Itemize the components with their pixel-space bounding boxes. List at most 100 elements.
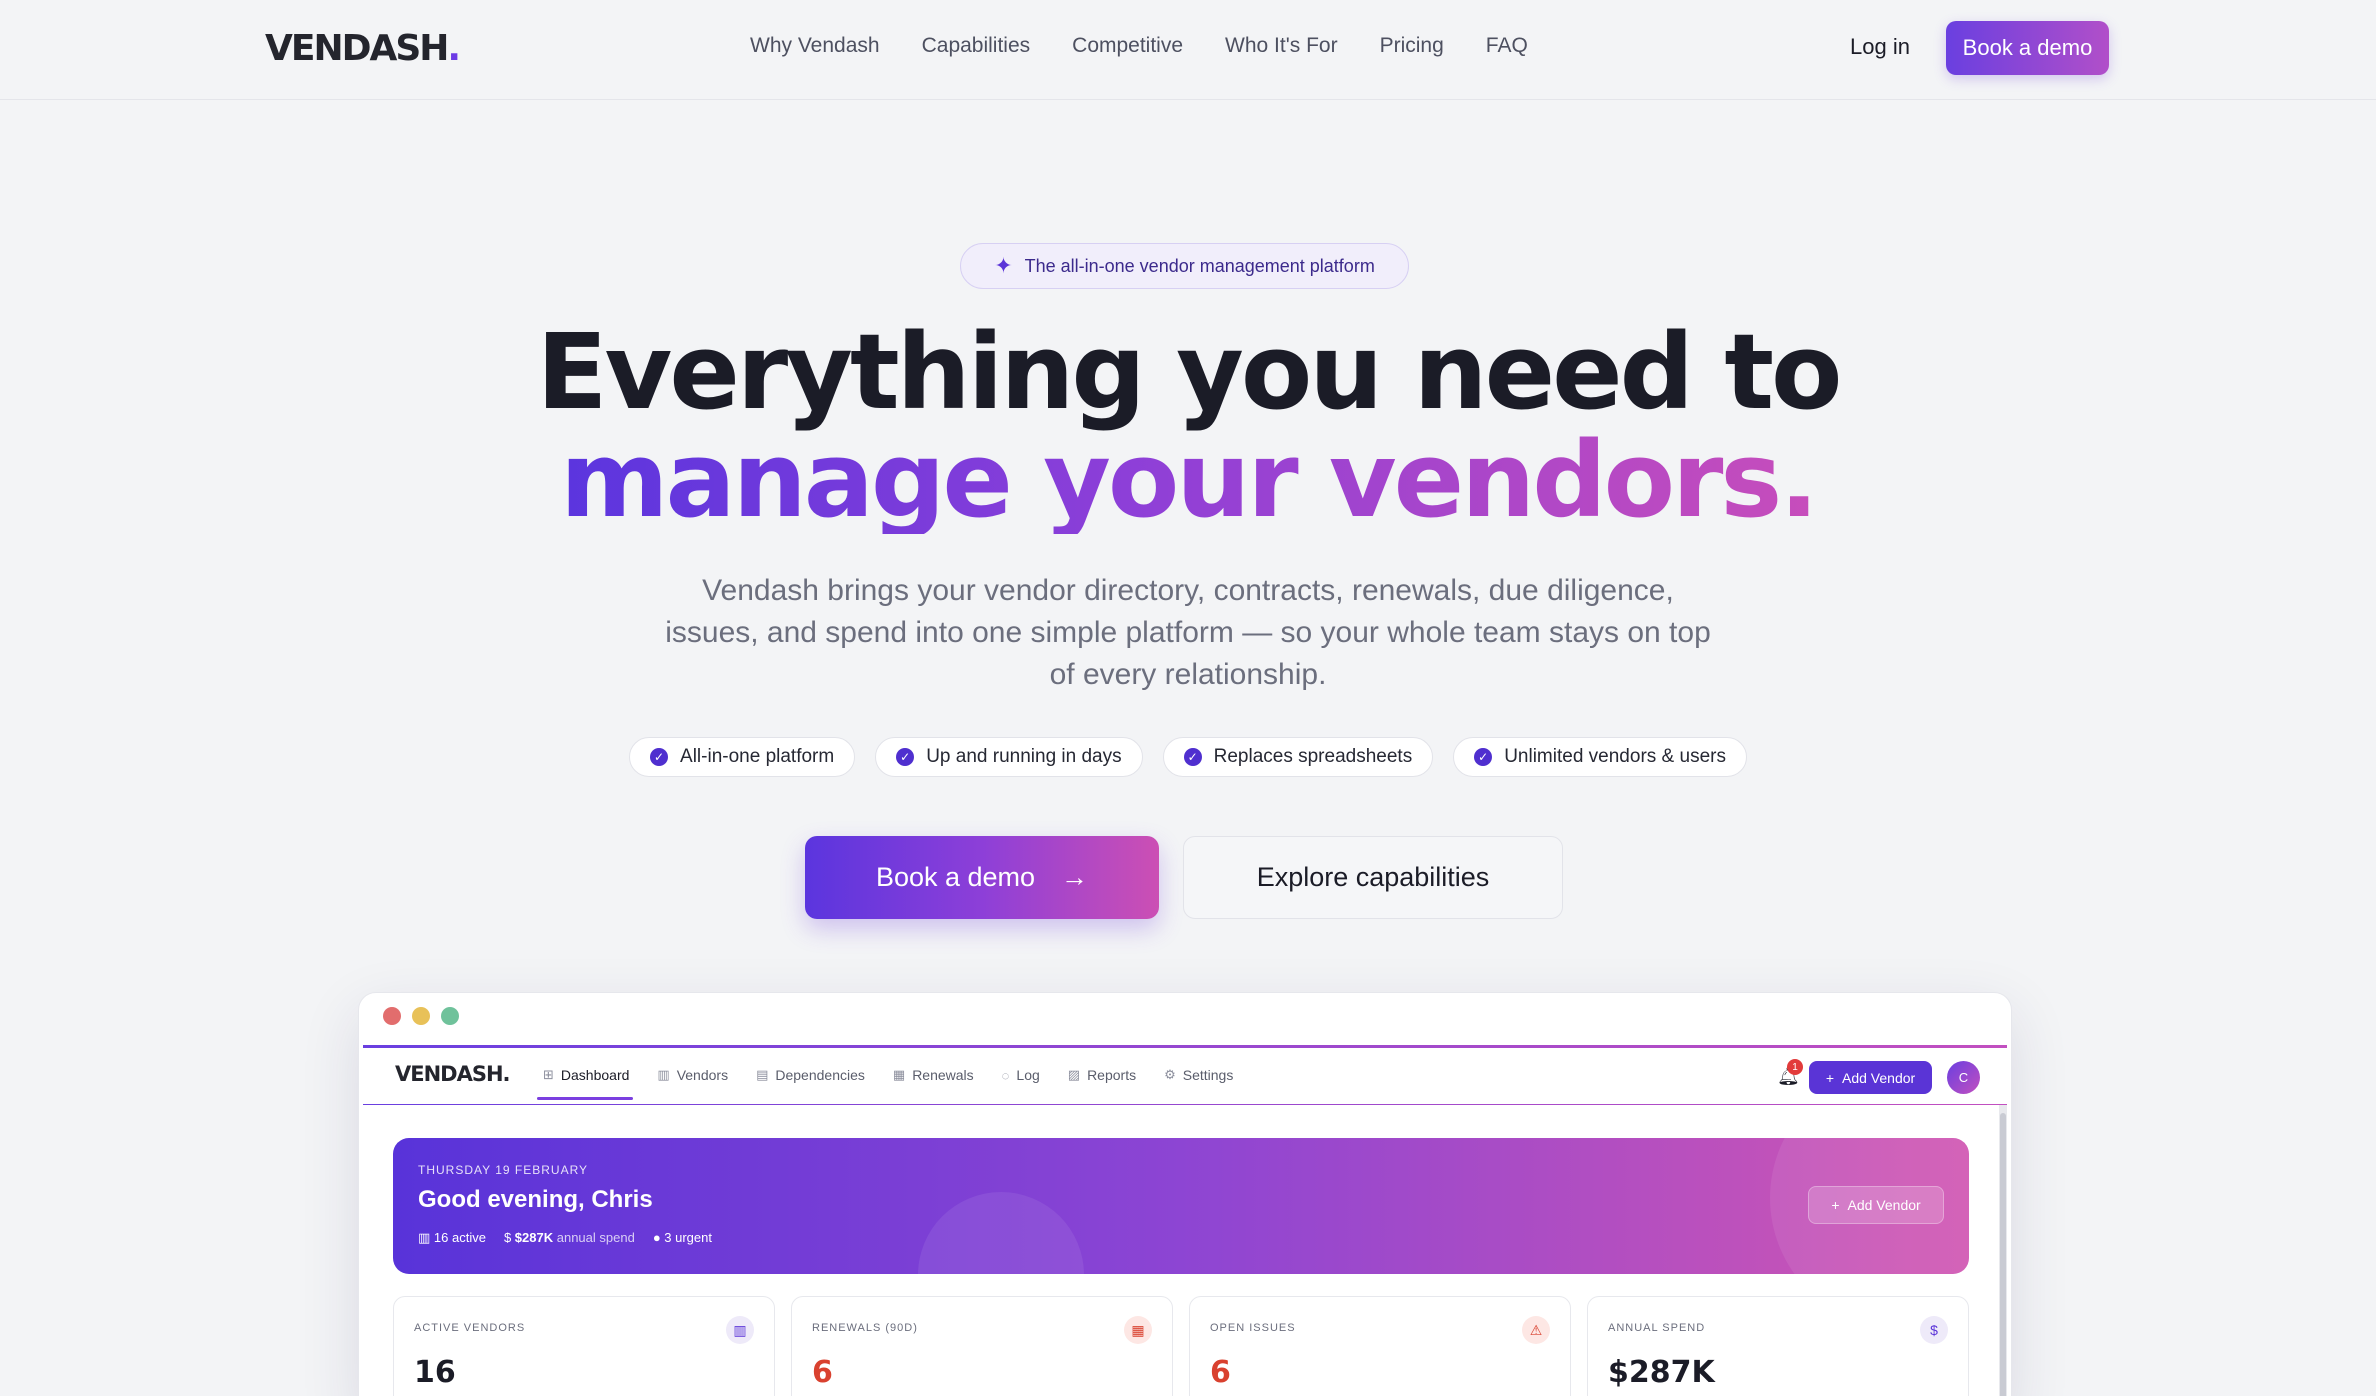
hero-headline: Everything you need to manage your vendo… — [0, 318, 2376, 534]
hero-tagline-pill: ✦ The all-in-one vendor management platf… — [960, 243, 1409, 289]
feature-chip-label: Up and running in days — [926, 746, 1122, 767]
app-navbar: VENDASH. ⊞ Dashboard ▥ Vendors ▤ Depende… — [363, 1045, 2007, 1105]
stat-card-active-vendors[interactable]: ACTIVE VENDORS 16 ▥ — [393, 1296, 775, 1396]
banner-stats: ▥ 16 active $ $287K annual spend ● 3 urg… — [418, 1230, 712, 1246]
tab-label: Vendors — [676, 1067, 729, 1083]
tab-renewals[interactable]: ▦ Renewals — [893, 1067, 974, 1083]
app-logo[interactable]: VENDASH. — [395, 1062, 511, 1086]
annual-spend-stat: $ $287K annual spend — [503, 1230, 635, 1245]
nav-link-faq[interactable]: FAQ — [1486, 34, 1528, 58]
building-icon: ▥ — [726, 1316, 754, 1344]
stat-cards: ACTIVE VENDORS 16 ▥ RENEWALS (90D) 6 ▦ O… — [393, 1296, 1969, 1396]
tab-label: Renewals — [912, 1067, 974, 1083]
decorative-circle — [918, 1192, 1084, 1274]
plus-icon: + — [1831, 1197, 1840, 1213]
building-icon: ▥ — [418, 1230, 434, 1245]
check-icon: ✓ — [896, 748, 915, 766]
nav-links: Why Vendash Capabilities Competitive Who… — [750, 34, 1528, 58]
dollar-icon: $ — [503, 1230, 515, 1245]
minimize-dot-icon — [412, 1007, 430, 1025]
hero-subtitle: Vendash brings your vendor directory, co… — [665, 574, 1711, 691]
scrollbar-thumb[interactable] — [2000, 1113, 2006, 1396]
headline-line-1: Everything you need to — [536, 311, 1843, 433]
window-controls — [383, 1007, 459, 1025]
tab-dependencies[interactable]: ▤ Dependencies — [756, 1067, 865, 1083]
tab-label: Dashboard — [560, 1067, 630, 1083]
calendar-icon: ▦ — [892, 1067, 906, 1082]
vendash-logo[interactable]: VENDASH. — [265, 28, 461, 69]
flame-icon: ● — [652, 1230, 665, 1245]
stat-card-label: OPEN ISSUES — [1210, 1322, 1296, 1334]
maximize-dot-icon — [441, 1007, 459, 1025]
stat-card-label: RENEWALS (90D) — [812, 1322, 918, 1334]
banner-add-vendor-button[interactable]: + Add Vendor — [1808, 1186, 1944, 1224]
stat-card-label: ACTIVE VENDORS — [414, 1322, 526, 1334]
active-vendors-stat: ▥ 16 active — [418, 1230, 486, 1245]
banner-greeting: Good evening, Chris — [418, 1186, 653, 1213]
sparkle-icon: ✦ — [994, 253, 1013, 278]
close-dot-icon — [383, 1007, 401, 1025]
stat-card-annual-spend[interactable]: ANNUAL SPEND $287K $ — [1587, 1296, 1969, 1396]
nav-link-competitive[interactable]: Competitive — [1072, 34, 1183, 58]
building-icon: ▥ — [657, 1067, 670, 1082]
add-vendor-label: Add Vendor — [1847, 1197, 1921, 1213]
tab-label: Settings — [1182, 1067, 1234, 1083]
feature-chip-label: All-in-one platform — [680, 746, 835, 767]
arrow-right-icon: → — [1061, 862, 1089, 892]
chat-icon: ◌ — [1001, 1067, 1010, 1083]
nav-link-why-vendash[interactable]: Why Vendash — [750, 34, 880, 58]
check-icon: ✓ — [650, 748, 669, 766]
feature-chip-label: Unlimited vendors & users — [1504, 746, 1726, 767]
stat-card-value: 6 — [1210, 1355, 1231, 1390]
stat-card-label: ANNUAL SPEND — [1608, 1322, 1706, 1334]
plus-icon: + — [1825, 1069, 1834, 1086]
hero-tagline-text: The all-in-one vendor management platfor… — [1024, 255, 1375, 276]
notification-badge: 1 — [1787, 1059, 1803, 1075]
book-demo-nav-button[interactable]: Book a demo — [1946, 21, 2109, 75]
tab-vendors[interactable]: ▥ Vendors — [657, 1067, 728, 1083]
explore-capabilities-button[interactable]: Explore capabilities — [1183, 836, 1563, 919]
nav-link-who-its-for[interactable]: Who It's For — [1225, 34, 1338, 58]
feature-chip: ✓ Unlimited vendors & users — [1453, 737, 1747, 777]
feature-chip: ✓ Replaces spreadsheets — [1162, 737, 1434, 777]
top-navigation: VENDASH. Why Vendash Capabilities Compet… — [0, 0, 2376, 100]
check-icon: ✓ — [1474, 748, 1493, 766]
urgent-stat: ● 3 urgent — [652, 1230, 712, 1245]
feature-chip: ✓ Up and running in days — [875, 737, 1143, 777]
dollar-icon: $ — [1920, 1316, 1948, 1344]
stat-card-value: 6 — [812, 1355, 833, 1390]
app-preview-window: VENDASH. ⊞ Dashboard ▥ Vendors ▤ Depende… — [358, 992, 2012, 1396]
gear-icon: ⚙ — [1164, 1067, 1176, 1082]
stat-card-open-issues[interactable]: OPEN ISSUES 6 ⚠ — [1189, 1296, 1571, 1396]
tab-label: Log — [1016, 1067, 1040, 1083]
add-vendor-button[interactable]: + Add Vendor — [1809, 1061, 1932, 1094]
greeting-banner: THURSDAY 19 FEBRUARY Good evening, Chris… — [393, 1138, 1969, 1274]
tab-label: Dependencies — [775, 1067, 865, 1083]
chart-icon: ▨ — [1067, 1067, 1081, 1082]
feature-chips: ✓ All-in-one platform ✓ Up and running i… — [0, 737, 2376, 777]
banner-date: THURSDAY 19 FEBRUARY — [418, 1163, 589, 1177]
book-demo-hero-button[interactable]: Book a demo → — [805, 836, 1159, 919]
stat-card-value: $287K — [1608, 1355, 1715, 1390]
avatar[interactable]: C — [1947, 1061, 1980, 1094]
tab-settings[interactable]: ⚙ Settings — [1164, 1067, 1233, 1083]
feature-chip-label: Replaces spreadsheets — [1213, 746, 1413, 767]
check-icon: ✓ — [1183, 748, 1202, 766]
map-icon: ▤ — [756, 1067, 769, 1082]
grid-icon: ⊞ — [543, 1067, 554, 1082]
tab-log[interactable]: ◌ Log — [1002, 1067, 1040, 1083]
nav-link-capabilities[interactable]: Capabilities — [922, 34, 1031, 58]
tab-reports[interactable]: ▨ Reports — [1068, 1067, 1136, 1083]
book-demo-label: Book a demo — [875, 862, 1036, 892]
login-link[interactable]: Log in — [1850, 34, 1910, 60]
tab-dashboard[interactable]: ⊞ Dashboard — [536, 1067, 634, 1100]
stat-card-value: 16 — [414, 1355, 456, 1390]
headline-line-2: manage your vendors. — [560, 419, 1819, 541]
warning-icon: ⚠ — [1522, 1316, 1550, 1344]
nav-link-pricing[interactable]: Pricing — [1380, 34, 1444, 58]
add-vendor-label: Add Vendor — [1842, 1069, 1916, 1086]
calendar-icon: ▦ — [1124, 1316, 1152, 1344]
app-tabs: ⊞ Dashboard ▥ Vendors ▤ Dependencies ▦ R… — [536, 1067, 1233, 1100]
stat-card-renewals[interactable]: RENEWALS (90D) 6 ▦ — [791, 1296, 1173, 1396]
feature-chip: ✓ All-in-one platform — [629, 737, 856, 777]
